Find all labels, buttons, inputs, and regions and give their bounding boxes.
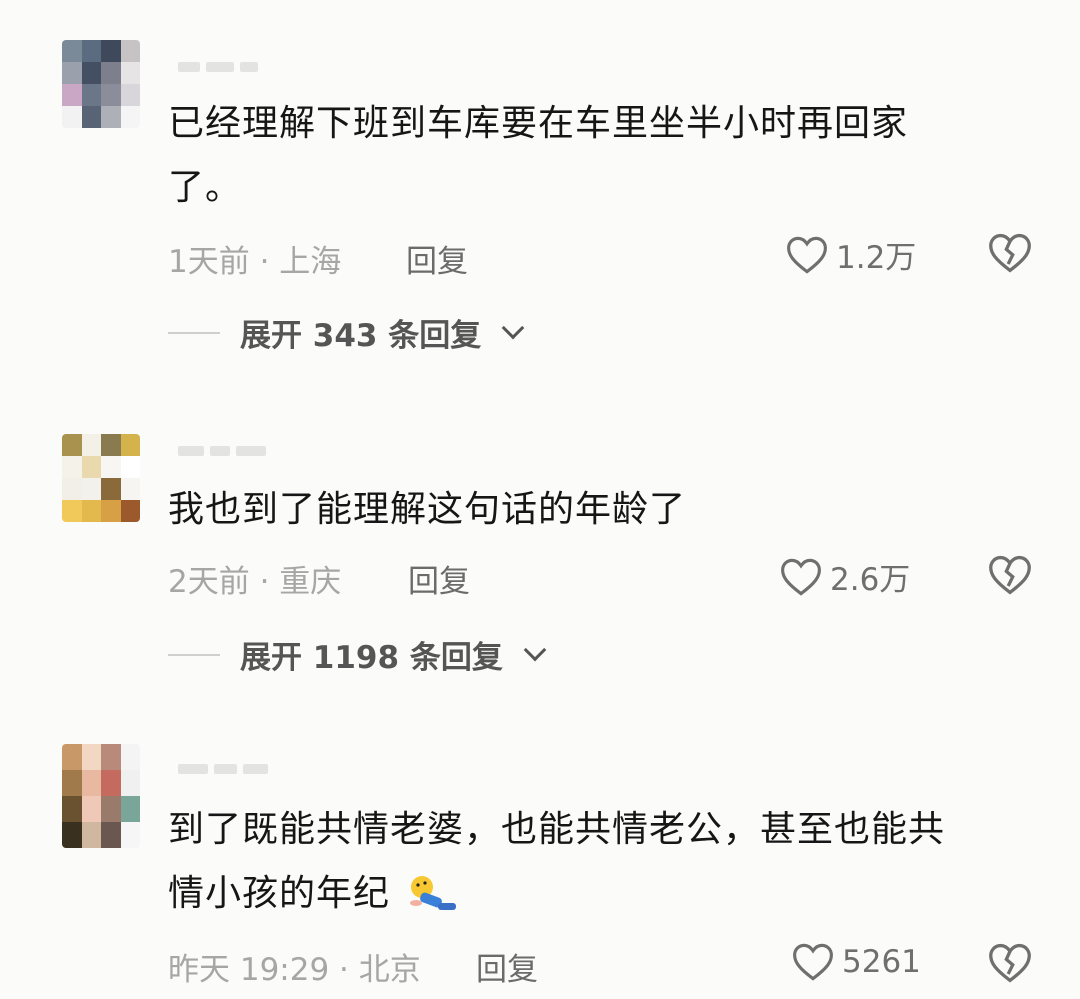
comment-text-segment: 情小孩的年纪 [168,873,391,914]
dislike-button[interactable] [988,942,1032,988]
heart-outline-icon [793,943,833,981]
like-count: 5261 [842,944,921,980]
broken-heart-icon [989,943,1031,983]
lying-down-emoji-icon [410,876,457,910]
comment-item: 到了既能共情老婆，也能共情老公，甚至也能共 情小孩的年纪 昨天 19:29 · … [0,0,1080,999]
avatar[interactable] [62,744,140,848]
comment-text-line: 情小孩的年纪 [168,862,1038,926]
comment-text: 到了既能共情老婆，也能共情老公，甚至也能共 情小孩的年纪 [168,798,1038,926]
like-button[interactable]: 5261 [792,942,921,982]
comment-text-line: 到了既能共情老婆，也能共情老公，甚至也能共 [168,809,946,850]
comment-meta: 昨天 19:29 · 北京 [168,952,421,988]
username-blurred[interactable] [178,762,268,776]
reply-button[interactable]: 回复 [476,944,538,989]
